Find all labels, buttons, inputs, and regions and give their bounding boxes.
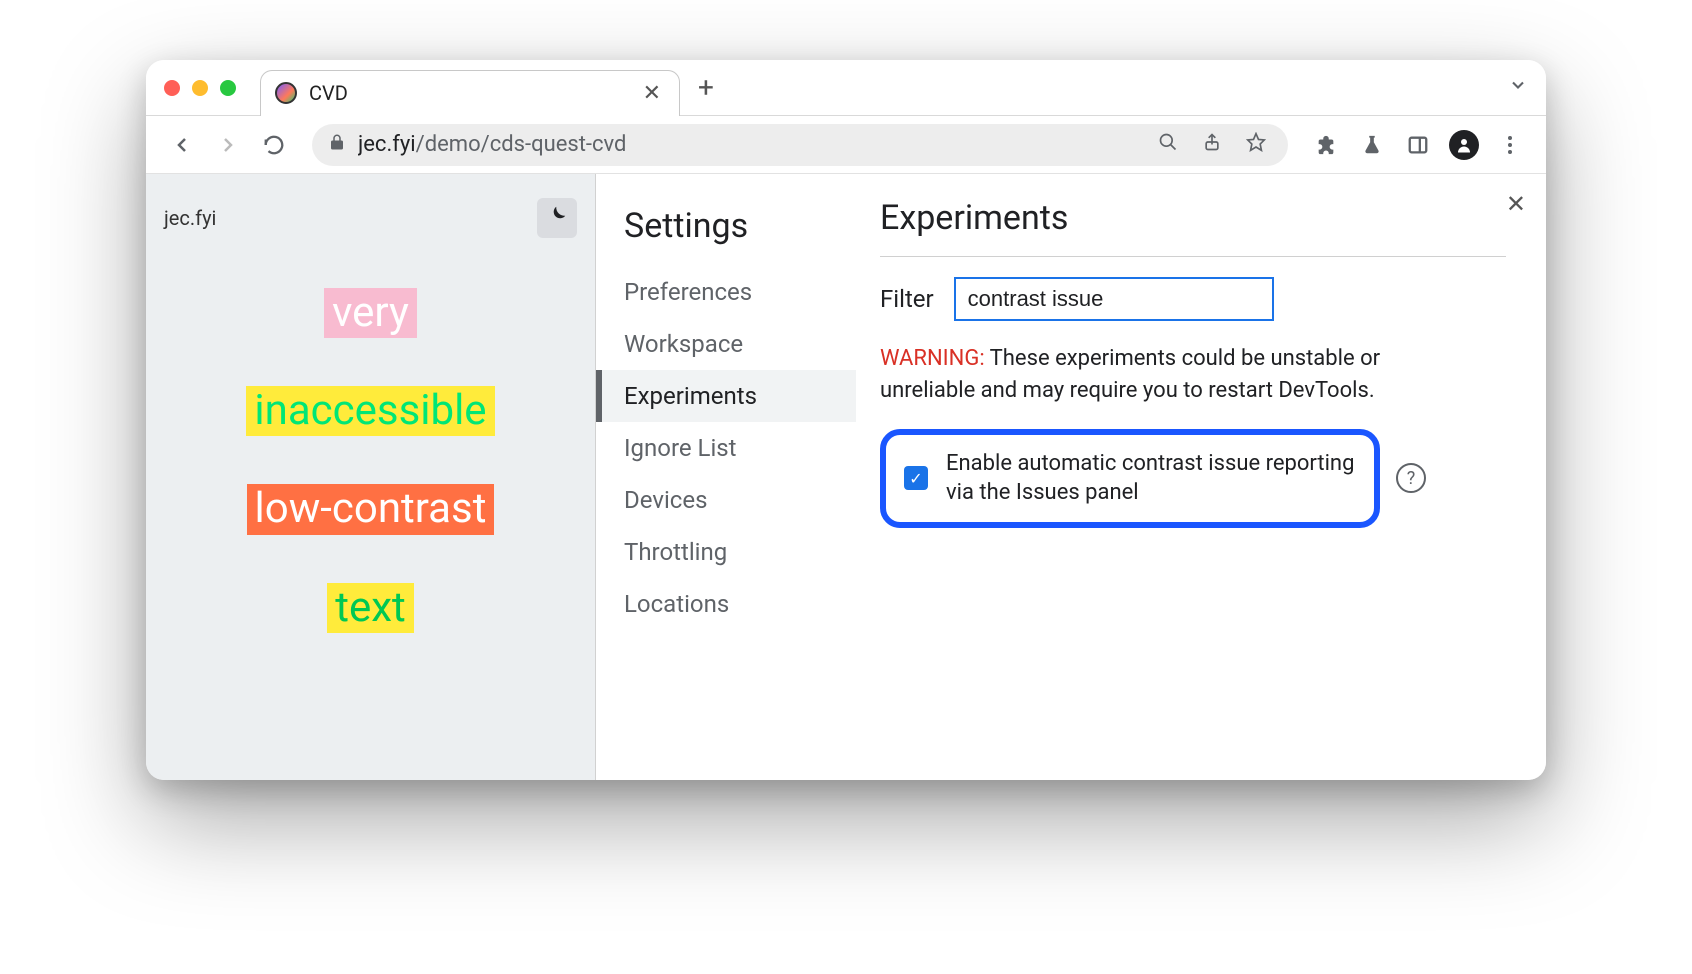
help-icon[interactable]: ? (1396, 463, 1426, 493)
url-path: /demo/cds-quest-cvd (416, 132, 627, 157)
forward-button[interactable] (210, 127, 246, 163)
zoom-icon[interactable] (1152, 132, 1184, 157)
labs-flask-icon[interactable] (1354, 127, 1390, 163)
experiments-heading: Experiments (880, 198, 1506, 257)
content-area: jec.fyi very inaccessible low-contrast t… (146, 174, 1546, 780)
bookmark-star-icon[interactable] (1240, 132, 1272, 157)
tab-close-icon[interactable]: ✕ (643, 81, 661, 106)
theme-toggle-button[interactable] (537, 198, 577, 238)
close-window-button[interactable] (164, 80, 180, 96)
settings-main: Experiments Filter WARNING: These experi… (856, 174, 1546, 780)
settings-nav-preferences[interactable]: Preferences (596, 266, 856, 318)
demo-word: text (327, 583, 414, 633)
settings-nav-experiments[interactable]: Experiments (596, 370, 856, 422)
share-icon[interactable] (1196, 132, 1228, 157)
address-bar[interactable]: jec.fyi/demo/cds-quest-cvd (312, 124, 1288, 166)
site-name: jec.fyi (164, 206, 216, 230)
settings-nav-locations[interactable]: Locations (596, 578, 856, 630)
toolbar: ⟳ ⟳ jec.fyi/demo/cds-quest-cvd (146, 116, 1546, 174)
experiment-label: Enable automatic contrast issue reportin… (946, 449, 1356, 508)
settings-nav: Settings Preferences Workspace Experimen… (596, 174, 856, 780)
experiments-warning: WARNING: These experiments could be unst… (880, 343, 1440, 407)
window-controls (164, 80, 236, 96)
favicon-icon (275, 82, 297, 104)
url-text: jec.fyi/demo/cds-quest-cvd (358, 132, 1140, 157)
reload-button[interactable]: ⟳ (256, 127, 292, 163)
minimize-window-button[interactable] (192, 80, 208, 96)
settings-nav-workspace[interactable]: Workspace (596, 318, 856, 370)
browser-window: CVD ✕ + ⟳ ⟳ jec.fyi/demo/cds-quest-cvd (146, 60, 1546, 780)
experiment-highlighted: ✓ Enable automatic contrast issue report… (880, 429, 1380, 528)
devtools-settings-panel: ✕ Settings Preferences Workspace Experim… (596, 174, 1546, 780)
demo-word: inaccessible (246, 386, 494, 436)
demo-text-list: very inaccessible low-contrast text (164, 288, 577, 633)
rendered-page: jec.fyi very inaccessible low-contrast t… (146, 174, 596, 780)
filter-label: Filter (880, 285, 934, 313)
settings-title: Settings (596, 198, 856, 266)
tabs-dropdown-icon[interactable] (1508, 75, 1528, 100)
filter-input[interactable] (954, 277, 1274, 321)
lock-icon (328, 132, 346, 157)
maximize-window-button[interactable] (220, 80, 236, 96)
profile-avatar[interactable] (1446, 127, 1482, 163)
demo-word: very (324, 288, 417, 338)
extensions-icon[interactable] (1308, 127, 1344, 163)
browser-menu-button[interactable] (1492, 127, 1528, 163)
url-host: jec.fyi (358, 132, 416, 157)
experiment-checkbox[interactable]: ✓ (904, 466, 928, 490)
settings-nav-throttling[interactable]: Throttling (596, 526, 856, 578)
back-button[interactable] (164, 127, 200, 163)
settings-nav-ignore-list[interactable]: Ignore List (596, 422, 856, 474)
warning-prefix: WARNING: (880, 346, 985, 371)
browser-tab[interactable]: CVD ✕ (260, 70, 680, 116)
titlebar: CVD ✕ + (146, 60, 1546, 116)
settings-nav-devices[interactable]: Devices (596, 474, 856, 526)
side-panel-icon[interactable] (1400, 127, 1436, 163)
close-settings-icon[interactable]: ✕ (1506, 190, 1526, 218)
filter-row: Filter (880, 277, 1506, 321)
moon-icon (546, 204, 568, 232)
demo-word: low-contrast (247, 484, 495, 534)
tab-title: CVD (309, 81, 631, 105)
new-tab-button[interactable]: + (698, 71, 714, 104)
